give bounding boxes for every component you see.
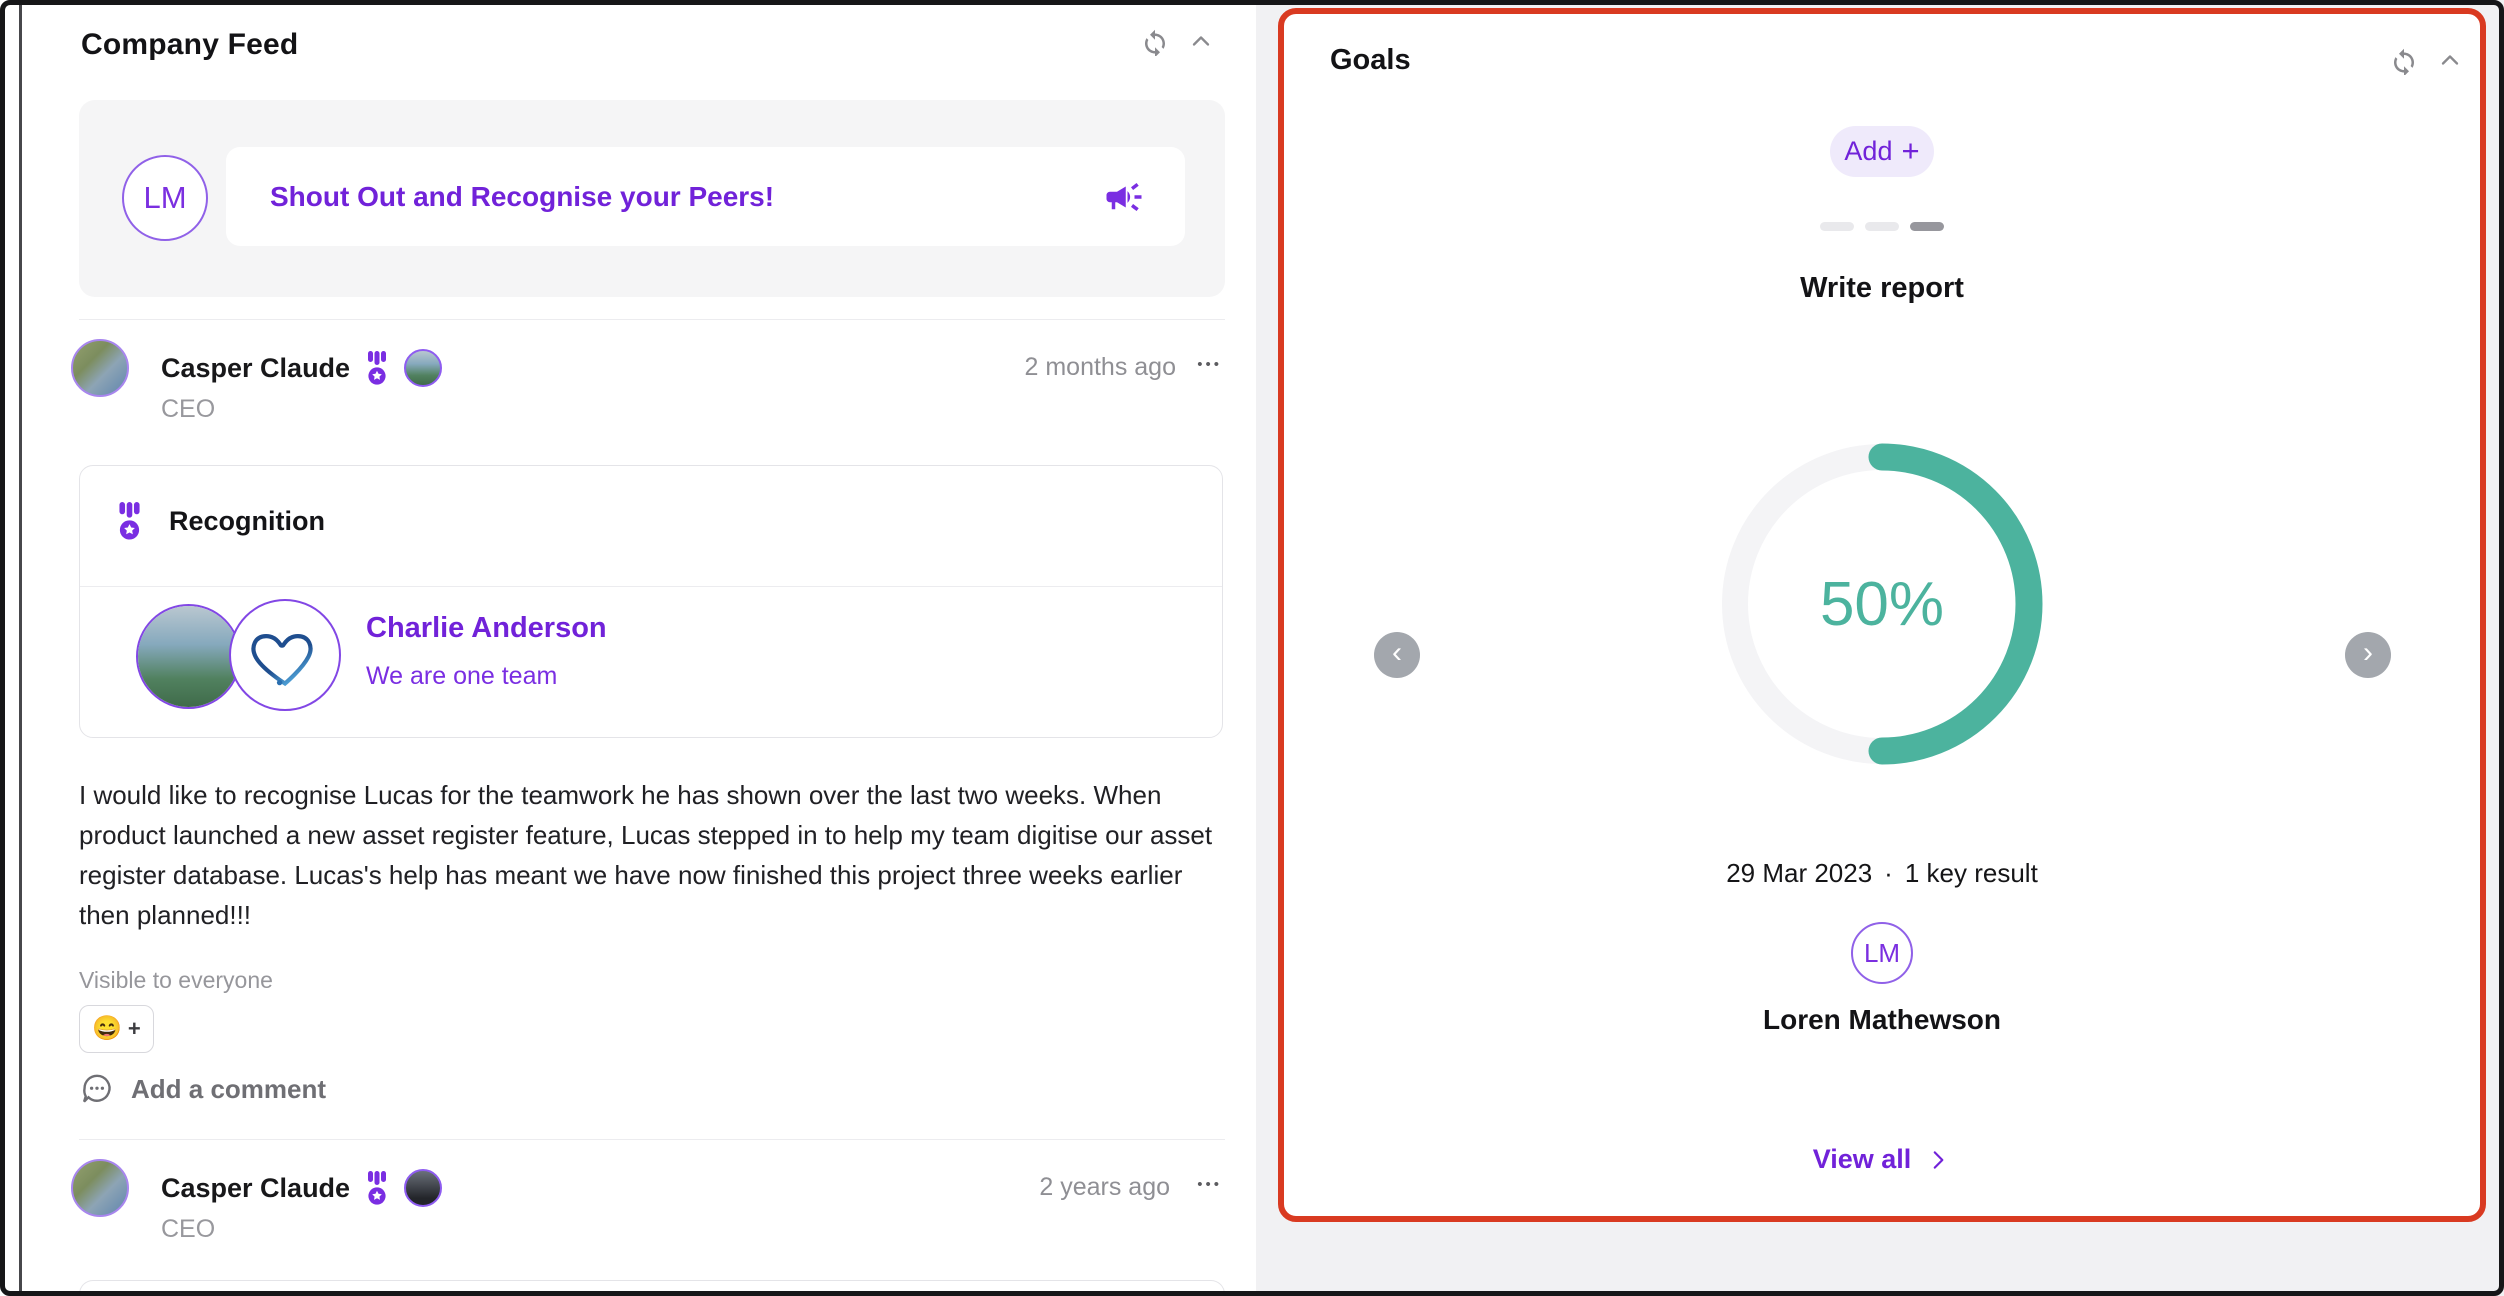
carousel-dot-2[interactable]: [1865, 222, 1899, 231]
recognition-recipient-name[interactable]: Charlie Anderson: [366, 612, 607, 645]
heart-icon: [254, 636, 311, 683]
more-options-icon[interactable]: •••: [1191, 1175, 1228, 1194]
meta-separator-dot: ·: [1884, 858, 1893, 889]
recognition-medal-icon: [365, 1171, 389, 1205]
current-user-avatar[interactable]: LM: [122, 155, 208, 241]
recipient-photo-avatar[interactable]: [136, 604, 241, 709]
goals-carousel-dots: [1284, 222, 2480, 231]
carousel-dot-1[interactable]: [1820, 222, 1854, 231]
post-author-row: Casper Claude: [161, 1169, 442, 1207]
chevron-right-icon: ›: [2363, 638, 2373, 668]
chevron-right-icon: [1925, 1147, 1951, 1173]
more-options-icon[interactable]: •••: [1191, 355, 1228, 374]
goal-key-results: 1 key result: [1905, 858, 2038, 889]
dashboard: Company Feed LM Shout Out and Recognise …: [0, 0, 2504, 1296]
add-goal-button[interactable]: Add +: [1830, 126, 1934, 177]
post-timestamp: 2 years ago: [1039, 1173, 1170, 1202]
chevron-left-icon: ‹: [1392, 638, 1402, 668]
post-body-text: I would like to recognise Lucas for the …: [79, 775, 1231, 935]
recognition-card-header: Recognition: [116, 502, 325, 540]
recognition-heart-badge: [229, 599, 341, 711]
view-all-label: View all: [1813, 1144, 1912, 1175]
post-timestamp: 2 months ago: [1025, 353, 1177, 382]
recognition-card-title: Recognition: [169, 506, 325, 537]
goal-owner-avatar[interactable]: LM: [1851, 922, 1913, 984]
recognition-medal-icon: [116, 502, 143, 540]
goal-progress-percent: 50%: [1712, 434, 2052, 774]
collapse-chevron-up-icon[interactable]: [1185, 25, 1217, 57]
feed-divider: [79, 319, 1225, 320]
carousel-dot-3[interactable]: [1910, 222, 1944, 231]
recognition-card: Recognition Charlie Anderson We are one …: [79, 465, 1223, 738]
shoutout-prompt: Shout Out and Recognise your Peers!: [270, 181, 1103, 213]
plus-icon: +: [128, 1016, 141, 1042]
goals-panel: Goals Add + Write report ‹ ›: [1278, 8, 2486, 1222]
recognition-card-divider: [80, 586, 1222, 587]
comment-bubble-icon: [79, 1071, 115, 1107]
collapse-chevron-up-icon[interactable]: [2434, 44, 2466, 76]
goal-owner-name: Loren Mathewson: [1284, 1004, 2480, 1036]
view-all-goals-link[interactable]: View all: [1284, 1144, 2480, 1175]
author-avatar[interactable]: [71, 1159, 129, 1217]
plus-icon: +: [1901, 135, 1919, 166]
author-avatar[interactable]: [71, 339, 129, 397]
refresh-icon[interactable]: [1139, 25, 1171, 57]
add-comment-label: Add a comment: [131, 1074, 326, 1105]
shoutout-input[interactable]: Shout Out and Recognise your Peers!: [226, 147, 1185, 246]
megaphone-icon: [1103, 176, 1145, 218]
badge-mini-avatar[interactable]: [404, 349, 442, 387]
author-role: CEO: [161, 395, 215, 424]
company-feed-panel: Company Feed LM Shout Out and Recognise …: [27, 5, 1256, 1291]
goals-title: Goals: [1330, 44, 1411, 77]
goal-progress-ring: 50%: [1712, 434, 2052, 774]
carousel-prev-button[interactable]: ‹: [1374, 632, 1420, 678]
company-feed-header-actions: [1139, 25, 1217, 57]
post-visibility-label: Visible to everyone: [79, 967, 273, 994]
left-divider-line: [19, 0, 22, 1296]
goal-meta-row: 29 Mar 2023 · 1 key result: [1284, 858, 2480, 889]
add-goal-label: Add: [1844, 136, 1892, 167]
carousel-next-button[interactable]: ›: [2345, 632, 2391, 678]
goals-header-actions: [2388, 44, 2466, 76]
goal-title: Write report: [1284, 272, 2480, 305]
post-author-row: Casper Claude: [161, 349, 442, 387]
recognition-medal-icon: [365, 351, 389, 385]
feed-divider: [79, 1139, 1225, 1140]
add-reaction-button[interactable]: 😄 +: [79, 1005, 154, 1053]
grinning-emoji-icon: 😄: [92, 1017, 122, 1041]
author-name[interactable]: Casper Claude: [161, 1173, 350, 1204]
left-gutter: [0, 0, 27, 1296]
next-card-partial: [79, 1280, 1225, 1296]
company-feed-title: Company Feed: [81, 28, 298, 62]
shoutout-banner: LM Shout Out and Recognise your Peers!: [79, 100, 1225, 297]
author-role: CEO: [161, 1215, 215, 1244]
badge-mini-avatar[interactable]: [404, 1169, 442, 1207]
goal-due-date: 29 Mar 2023: [1726, 858, 1872, 889]
add-comment-button[interactable]: Add a comment: [79, 1071, 326, 1107]
recognition-value-tag: We are one team: [366, 662, 557, 691]
author-name[interactable]: Casper Claude: [161, 353, 350, 384]
refresh-icon[interactable]: [2388, 44, 2420, 76]
